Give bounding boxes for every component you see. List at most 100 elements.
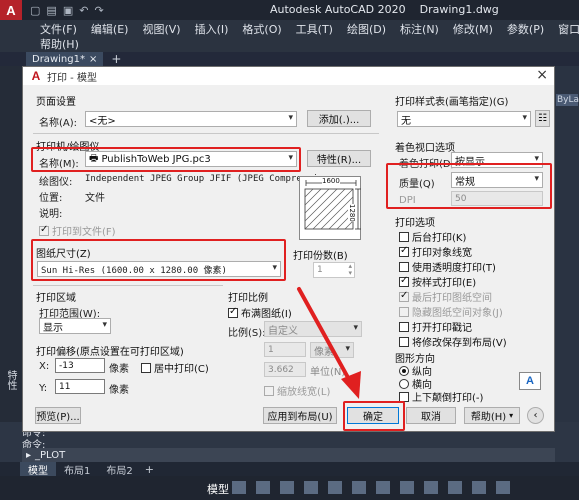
option-plot-lineweights[interactable]: 打印对象线宽 xyxy=(399,244,472,259)
copies-section-title: 打印份数(B) xyxy=(293,251,348,262)
osnap-toggle-icon[interactable] xyxy=(328,481,342,494)
highlight-paper-size xyxy=(31,239,286,281)
otrack-toggle-icon[interactable] xyxy=(352,481,366,494)
command-line-input[interactable]: ▸ _PLOT xyxy=(22,448,555,462)
option-plot-transparency[interactable]: 使用透明度打印(T) xyxy=(399,259,496,274)
plot-to-file-checkbox[interactable]: 打印到文件(F) xyxy=(39,223,116,238)
plot-style-select[interactable]: 无 ▾ xyxy=(397,111,531,127)
command-prompt-icon: ▸ xyxy=(26,449,32,461)
menu-view[interactable]: 视图(V) xyxy=(142,21,180,37)
plot-to-file-label: 打印到文件(F) xyxy=(52,227,116,238)
option-hide-paperspace-objects[interactable]: 隐藏图纸空间对象(J) xyxy=(399,304,503,319)
location-label: 位置: xyxy=(39,193,63,204)
plot-area-section-title: 打印区域 xyxy=(36,293,76,304)
menu-format[interactable]: 格式(O) xyxy=(242,21,281,37)
polar-toggle-icon[interactable] xyxy=(304,481,318,494)
fullscreen-icon[interactable] xyxy=(496,481,510,494)
menu-edit[interactable]: 编辑(E) xyxy=(91,21,129,37)
annotation-scale-icon[interactable] xyxy=(400,481,414,494)
plot-style-value: 无 xyxy=(401,115,411,127)
option-label: 最后打印图纸空间 xyxy=(412,293,492,304)
copies-stepper[interactable]: 1 ▴ ▾ xyxy=(313,262,355,278)
workspace-icon[interactable] xyxy=(424,481,438,494)
annotation-arrow xyxy=(297,287,361,399)
offset-y-input[interactable]: 11 xyxy=(55,379,105,394)
help-button[interactable]: 帮助(H) ▾ xyxy=(464,407,520,424)
menu-file[interactable]: 文件(F) xyxy=(40,21,77,37)
scale-label: 比例(S): xyxy=(228,328,266,339)
autocad-logo-icon[interactable]: A xyxy=(0,0,22,20)
checkbox-box xyxy=(264,385,274,396)
cancel-button[interactable]: 取消 xyxy=(406,407,456,424)
center-plot-checkbox[interactable]: 居中打印(C) xyxy=(141,360,209,375)
menu-tools[interactable]: 工具(T) xyxy=(296,21,333,37)
divider xyxy=(33,285,223,286)
menu-help[interactable]: 帮助(H) xyxy=(40,36,79,52)
edit-plot-style-icon[interactable]: ☷ xyxy=(535,110,550,127)
right-toolbar xyxy=(555,66,579,422)
printer-properties-button[interactable]: 特性(R)... xyxy=(307,150,371,167)
menu-dimension[interactable]: 标注(N) xyxy=(400,21,439,37)
menu-parametric[interactable]: 参数(P) xyxy=(507,21,544,37)
close-icon[interactable]: × xyxy=(536,67,548,83)
menu-icon[interactable] xyxy=(472,481,486,494)
plot-dialog: A 打印 - 模型 × 页面设置 名称(A): <无> ▾ 添加(.)... 打… xyxy=(22,66,555,432)
tab-layout2[interactable]: 布局2 xyxy=(98,462,140,477)
plot-preview: 1600 1280 xyxy=(299,176,361,240)
copies-value: 1 xyxy=(317,265,323,275)
menu-window[interactable]: 窗口(W) xyxy=(558,21,579,37)
option-plot-stamp[interactable]: 打开打印戳记 xyxy=(399,319,472,334)
plot-area-value: 显示 xyxy=(43,322,63,334)
fit-to-paper-label: 布满图纸(I) xyxy=(241,309,292,320)
new-tab-icon[interactable]: + xyxy=(111,52,121,66)
option-background-plot[interactable]: 后台打印(K) xyxy=(399,229,466,244)
page-setup-name-select[interactable]: <无> ▾ xyxy=(85,111,297,127)
option-paperspace-last[interactable]: 最后打印图纸空间 xyxy=(399,289,492,304)
option-label: 后台打印(K) xyxy=(412,233,467,244)
collapse-options-button[interactable]: ‹ xyxy=(527,407,544,424)
add-layout-icon[interactable]: + xyxy=(145,463,154,476)
tab-model[interactable]: 模型 xyxy=(20,462,56,477)
option-plot-with-styles[interactable]: 按样式打印(E) xyxy=(399,274,476,289)
upside-down-checkbox[interactable]: 上下颠倒打印(-) xyxy=(399,389,483,404)
redo-icon[interactable]: ↷ xyxy=(94,4,103,17)
checkbox-box xyxy=(399,306,409,317)
save-icon[interactable]: ▣ xyxy=(63,4,73,17)
left-toolbar xyxy=(0,66,22,422)
grid-toggle-icon[interactable] xyxy=(232,481,246,494)
preview-button[interactable]: 预览(P)... xyxy=(35,407,81,424)
customize-icon[interactable] xyxy=(448,481,462,494)
app-name: Autodesk AutoCAD 2020 xyxy=(270,3,406,16)
option-save-to-layout[interactable]: 将修改保存到布局(V) xyxy=(399,334,507,349)
checkbox-box xyxy=(228,306,238,318)
offset-x-input[interactable]: -13 xyxy=(55,358,105,373)
menu-insert[interactable]: 插入(I) xyxy=(195,21,229,37)
file-tab-drawing1[interactable]: Drawing1* × xyxy=(26,52,104,66)
checkbox-box xyxy=(39,224,49,236)
apply-to-layout-button[interactable]: 应用到布局(U) xyxy=(263,407,337,424)
chevron-down-icon: ▾ xyxy=(102,320,107,330)
properties-palette-tab[interactable]: 特性 xyxy=(3,370,18,390)
menu-bar: 文件(F) 编辑(E) 视图(V) 插入(I) 格式(O) 工具(T) 绘图(D… xyxy=(0,20,579,51)
plot-area-select[interactable]: 显示 ▾ xyxy=(39,318,111,334)
fit-to-paper-checkbox[interactable]: 布满图纸(I) xyxy=(228,305,292,320)
tab-layout1[interactable]: 布局1 xyxy=(56,462,98,477)
location-value: 文件 xyxy=(85,193,105,204)
option-label: 打印对象线宽 xyxy=(412,248,472,259)
offset-y-unit: 像素 xyxy=(109,385,129,396)
undo-icon[interactable]: ↶ xyxy=(79,4,88,17)
menu-draw[interactable]: 绘图(D) xyxy=(347,21,386,37)
close-tab-icon[interactable]: × xyxy=(89,54,97,65)
add-page-setup-button[interactable]: 添加(.)... xyxy=(307,110,371,127)
open-file-icon[interactable]: ▤ xyxy=(46,4,56,17)
layout-tab-bar: 模型 布局1 布局2 + xyxy=(0,462,579,477)
autocad-dialog-icon: A xyxy=(31,69,41,83)
menu-modify[interactable]: 修改(M) xyxy=(453,21,493,37)
ortho-toggle-icon[interactable] xyxy=(280,481,294,494)
lineweight-toggle-icon[interactable] xyxy=(376,481,390,494)
new-file-icon[interactable]: ▢ xyxy=(30,4,40,17)
upside-down-label: 上下颠倒打印(-) xyxy=(412,393,484,404)
snap-toggle-icon[interactable] xyxy=(256,481,270,494)
radio-dot xyxy=(399,365,409,376)
status-model-button[interactable]: 模型 xyxy=(207,481,229,497)
